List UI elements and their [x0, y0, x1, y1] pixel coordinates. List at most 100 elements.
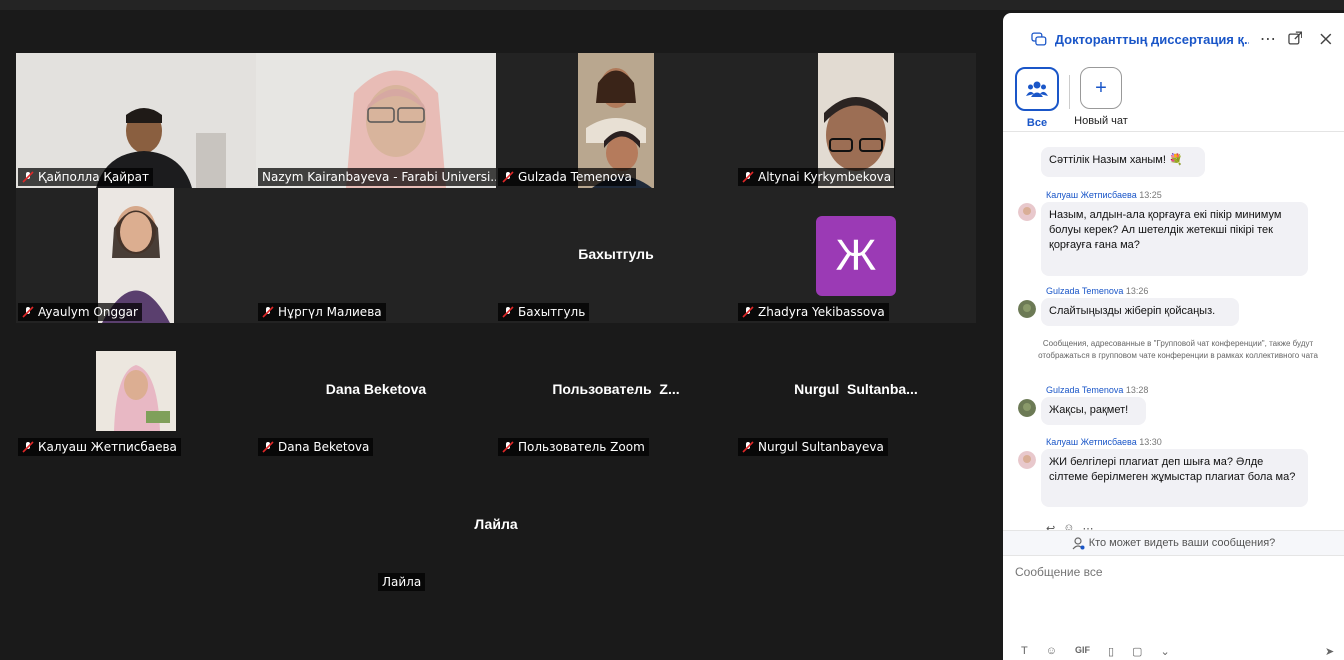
participant-name: Калуаш Жетписбаева — [38, 440, 177, 454]
participant-display-name: Лайла — [474, 516, 518, 532]
window-top-bar — [0, 0, 1344, 10]
mic-muted-icon — [22, 171, 34, 183]
chat-tabs: Все + Новый чат — [1003, 65, 1344, 132]
message-meta: Калуаш Жетписбаева 13:25 — [1046, 190, 1162, 200]
participant-tile[interactable]: Nurgul Sultanba... Nurgul Sultanbayeva — [736, 323, 976, 458]
mic-muted-icon — [502, 171, 514, 183]
mic-muted-icon — [22, 441, 34, 453]
chat-message-bubble: Жақсы, рақмет! — [1041, 397, 1146, 425]
participant-tile[interactable]: Altynai Kyrkymbekova — [736, 53, 976, 188]
sender-name[interactable]: Калуаш Жетписбаева — [1046, 190, 1137, 200]
file-icon[interactable]: ▯ — [1108, 645, 1114, 658]
sender-name[interactable]: Калуаш Жетписбаева — [1046, 437, 1137, 447]
participant-name-tag: Altynai Kyrkymbekova — [738, 168, 896, 186]
participant-name-tag: Пользователь Zoom — [498, 438, 649, 456]
send-icon[interactable]: ➤ — [1325, 645, 1334, 658]
message-meta: Gulzada Temenova 13:28 — [1046, 385, 1148, 395]
mic-muted-icon — [742, 171, 754, 183]
more-actions-icon[interactable]: ⋯ — [1082, 522, 1093, 530]
sender-name[interactable]: Gulzada Temenova — [1046, 286, 1123, 296]
participant-name-tag: Nurgul Sultanbayeva — [738, 438, 888, 456]
participant-tile-active-speaker[interactable]: Nazym Kairanbayeva - Farabi Universi... — [256, 53, 496, 188]
participant-name: Қайполла Қайрат — [38, 170, 149, 184]
mic-muted-icon — [502, 441, 514, 453]
message-meta: Калуаш Жетписбаева 13:30 — [1046, 437, 1162, 447]
message-meta: Gulzada Temenova 13:26 — [1046, 286, 1148, 296]
participant-name: Altynai Kyrkymbekova — [758, 170, 892, 184]
tab-new-chat[interactable]: + Новый чат — [1071, 67, 1131, 127]
screenshot-icon[interactable]: ▢ — [1132, 645, 1142, 658]
people-icon — [1015, 67, 1059, 111]
participant-display-name: Nurgul Sultanba... — [794, 381, 918, 397]
chat-panel: Докторанттың диссертация қ... ⋯ Все + Но… — [1003, 13, 1344, 660]
participant-name-tag: Nazym Kairanbayeva - Farabi Universi... — [258, 168, 496, 186]
mic-muted-icon — [262, 306, 274, 318]
message-list[interactable]: Сәттілік Назым ханым! 💐 Калуаш Жетписбае… — [1003, 133, 1344, 530]
mic-muted-icon — [262, 441, 274, 453]
participant-tile[interactable]: Dana Beketova Dana Beketova — [256, 323, 496, 458]
sender-avatar — [1018, 451, 1036, 469]
sender-name[interactable]: Gulzada Temenova — [1046, 385, 1123, 395]
who-can-see-link[interactable]: Кто может видеть ваши сообщения? — [1003, 530, 1344, 556]
participant-name: Нұргүл Малиева — [278, 305, 382, 319]
participant-name-tag: Gulzada Temenova — [498, 168, 636, 186]
participant-tile[interactable]: Gulzada Temenova — [496, 53, 736, 188]
participant-tile[interactable]: Қайполла Қайрат — [16, 53, 256, 188]
reply-icon[interactable]: ↩ — [1046, 522, 1055, 530]
participant-name-tag: Ayaulym Onggar — [18, 303, 142, 321]
participant-name-tag: Dana Beketova — [258, 438, 374, 456]
participant-name: Zhadyra Yekibassova — [758, 305, 885, 319]
gif-icon[interactable]: GIF — [1075, 645, 1090, 658]
person-info-icon — [1072, 536, 1085, 549]
chat-title[interactable]: Докторанттың диссертация қ... — [1055, 32, 1249, 47]
sender-avatar — [1018, 300, 1036, 318]
message-time: 13:26 — [1125, 286, 1149, 296]
message-time: 13:25 — [1139, 190, 1162, 200]
participant-avatar: Ж — [816, 216, 896, 296]
chat-message-bubble: Слайтыңызды жіберіп қойсаңыз. — [1041, 298, 1239, 326]
system-note: Сообщения, адресованные в "Групповой чат… — [1038, 339, 1318, 360]
participant-name-tag: Zhadyra Yekibassova — [738, 303, 889, 321]
emoji-icon[interactable]: ☺ — [1046, 645, 1057, 658]
tab-label: Новый чат — [1074, 115, 1128, 127]
participant-tile[interactable]: Лайла Лайла — [376, 458, 616, 593]
participant-tile[interactable]: Калуаш Жетписбаева — [16, 323, 256, 458]
participant-tile[interactable]: Нұргүл Малиева — [256, 188, 496, 323]
participant-name-tag: Бахытгуль — [498, 303, 590, 321]
tab-all[interactable]: Все — [1015, 67, 1059, 129]
participant-name: Dana Beketova — [278, 440, 370, 454]
plus-icon: + — [1080, 67, 1122, 109]
tab-label: Все — [1026, 117, 1048, 129]
tabs-divider — [1069, 75, 1070, 109]
chat-message-bubble: Сәттілік Назым ханым! 💐 — [1041, 147, 1205, 177]
participant-name-tag: Қайполла Қайрат — [18, 168, 153, 186]
compose-toolbar: T ☺ GIF ▯ ▢ ⌄ — [1021, 645, 1170, 658]
chevron-down-icon[interactable]: ⌄ — [1160, 645, 1169, 658]
message-time: 13:28 — [1125, 385, 1149, 395]
who-can-see-label: Кто может видеть ваши сообщения? — [1088, 537, 1276, 549]
mic-muted-icon — [22, 306, 34, 318]
participant-display-name: Пользователь Z... — [552, 381, 680, 397]
more-options-icon[interactable]: ⋯ — [1257, 29, 1279, 49]
participant-name: Пользователь Zoom — [518, 440, 645, 454]
message-actions: ↩ ☺ ⋯ — [1046, 522, 1093, 530]
popout-icon[interactable] — [1287, 31, 1303, 47]
participant-tile[interactable]: Бахытгуль Бахытгуль — [496, 188, 736, 323]
participant-name-tag: Калуаш Жетписбаева — [18, 438, 181, 456]
participant-tile[interactable]: Ж Zhadyra Yekibassova — [736, 188, 976, 323]
participant-display-name: Бахытгуль — [578, 246, 654, 262]
mic-muted-icon — [742, 306, 754, 318]
participant-name: Бахытгуль — [518, 305, 586, 319]
message-input[interactable] — [1013, 563, 1337, 627]
sender-avatar — [1018, 399, 1036, 417]
video-gallery: Қайполла Қайрат Nazym Kairanbayeva - Far… — [0, 10, 1000, 660]
close-icon[interactable] — [1318, 31, 1334, 47]
participant-name-tag: Нұргүл Малиева — [258, 303, 386, 321]
format-text-icon[interactable]: T — [1021, 645, 1028, 658]
participant-tile[interactable]: Ayaulym Onggar — [16, 188, 256, 323]
participant-tile[interactable]: Пользователь Z... Пользователь Zoom — [496, 323, 736, 458]
emoji-react-icon[interactable]: ☺ — [1063, 522, 1074, 530]
participant-name: Ayaulym Onggar — [38, 305, 138, 319]
chat-message-bubble: ЖИ белгілері плагиат деп шыға ма? Әлде с… — [1041, 449, 1308, 507]
chat-bubbles-icon — [1031, 32, 1047, 46]
